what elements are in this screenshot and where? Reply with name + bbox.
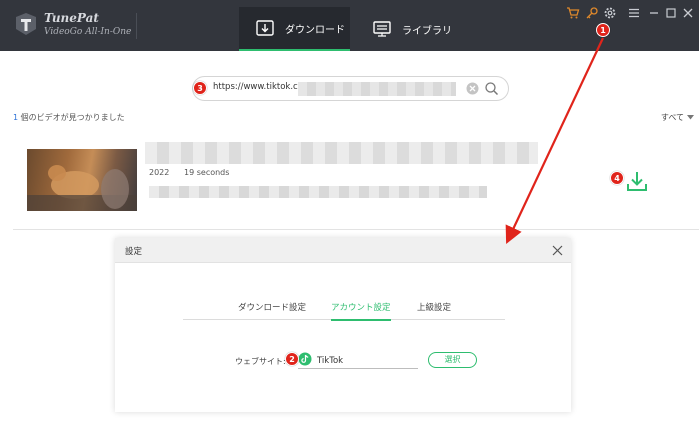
blurred-url bbox=[298, 82, 456, 96]
title-bar: TunePat VideoGo All-In-One ダウンロード ライブラリ bbox=[0, 0, 699, 51]
tab-library-label: ライブラリ bbox=[402, 25, 452, 37]
result-count-label: 個のビデオが見つかりました bbox=[18, 113, 125, 122]
website-label: ウェブサイト: bbox=[235, 357, 286, 366]
settings-tabs: ダウンロード設定 アカウント設定 上級設定 bbox=[183, 298, 505, 321]
maximize-icon[interactable] bbox=[664, 6, 678, 20]
gear-icon[interactable] bbox=[603, 6, 617, 20]
key-icon[interactable] bbox=[585, 6, 599, 20]
close-icon[interactable] bbox=[681, 6, 695, 20]
select-button[interactable]: 選択 bbox=[428, 352, 477, 368]
dialog-header: 設定 bbox=[115, 238, 571, 263]
tab-account-settings[interactable]: アカウント設定 bbox=[331, 301, 391, 321]
video-year: 2022 bbox=[149, 168, 170, 177]
website-underline bbox=[298, 368, 418, 369]
annotation-badge-3: 3 bbox=[193, 81, 207, 95]
app-name: TunePat bbox=[44, 11, 99, 25]
minimize-icon[interactable] bbox=[647, 6, 661, 20]
url-search-box[interactable]: https://www.tiktok.com/ bbox=[192, 76, 509, 101]
annotation-badge-4: 4 bbox=[610, 171, 624, 185]
tab-advanced-settings[interactable]: 上級設定 bbox=[417, 301, 451, 319]
chevron-down-icon bbox=[687, 115, 694, 120]
clear-icon[interactable] bbox=[465, 81, 480, 96]
settings-dialog: 設定 ダウンロード設定 アカウント設定 上級設定 ウェブサイト: TikTok … bbox=[115, 238, 571, 412]
annotation-badge-1: 1 bbox=[596, 23, 610, 37]
tiktok-icon bbox=[298, 352, 312, 366]
tab-library[interactable]: ライブラリ bbox=[356, 7, 468, 51]
filter-label: すべて bbox=[660, 113, 684, 122]
app-logo-icon bbox=[16, 13, 36, 35]
blurred-video-description bbox=[149, 186, 487, 198]
search-icon[interactable] bbox=[484, 81, 499, 96]
tab-download[interactable]: ダウンロード bbox=[239, 7, 350, 51]
title-divider bbox=[136, 13, 137, 39]
annotation-badge-2: 2 bbox=[285, 352, 299, 366]
menu-icon[interactable] bbox=[627, 6, 641, 20]
download-icon[interactable] bbox=[625, 169, 649, 193]
video-duration: 19 seconds bbox=[184, 168, 230, 177]
app-subtitle: VideoGo All-In-One bbox=[44, 27, 132, 37]
blurred-video-title bbox=[145, 142, 538, 164]
tab-download-label: ダウンロード bbox=[285, 24, 345, 36]
video-thumbnail bbox=[27, 149, 137, 211]
video-list-item: 2022 19 seconds bbox=[13, 138, 699, 230]
result-count: 1 個のビデオが見つかりました bbox=[13, 112, 125, 123]
download-tab-icon bbox=[256, 20, 274, 36]
dialog-title: 設定 bbox=[125, 247, 143, 257]
website-value: TikTok bbox=[317, 356, 344, 366]
tab-download-settings[interactable]: ダウンロード設定 bbox=[238, 301, 306, 319]
dialog-close-icon[interactable] bbox=[552, 245, 563, 256]
filter-dropdown[interactable]: すべて bbox=[661, 112, 694, 123]
monitor-icon bbox=[373, 21, 391, 37]
cart-icon[interactable] bbox=[566, 6, 580, 20]
